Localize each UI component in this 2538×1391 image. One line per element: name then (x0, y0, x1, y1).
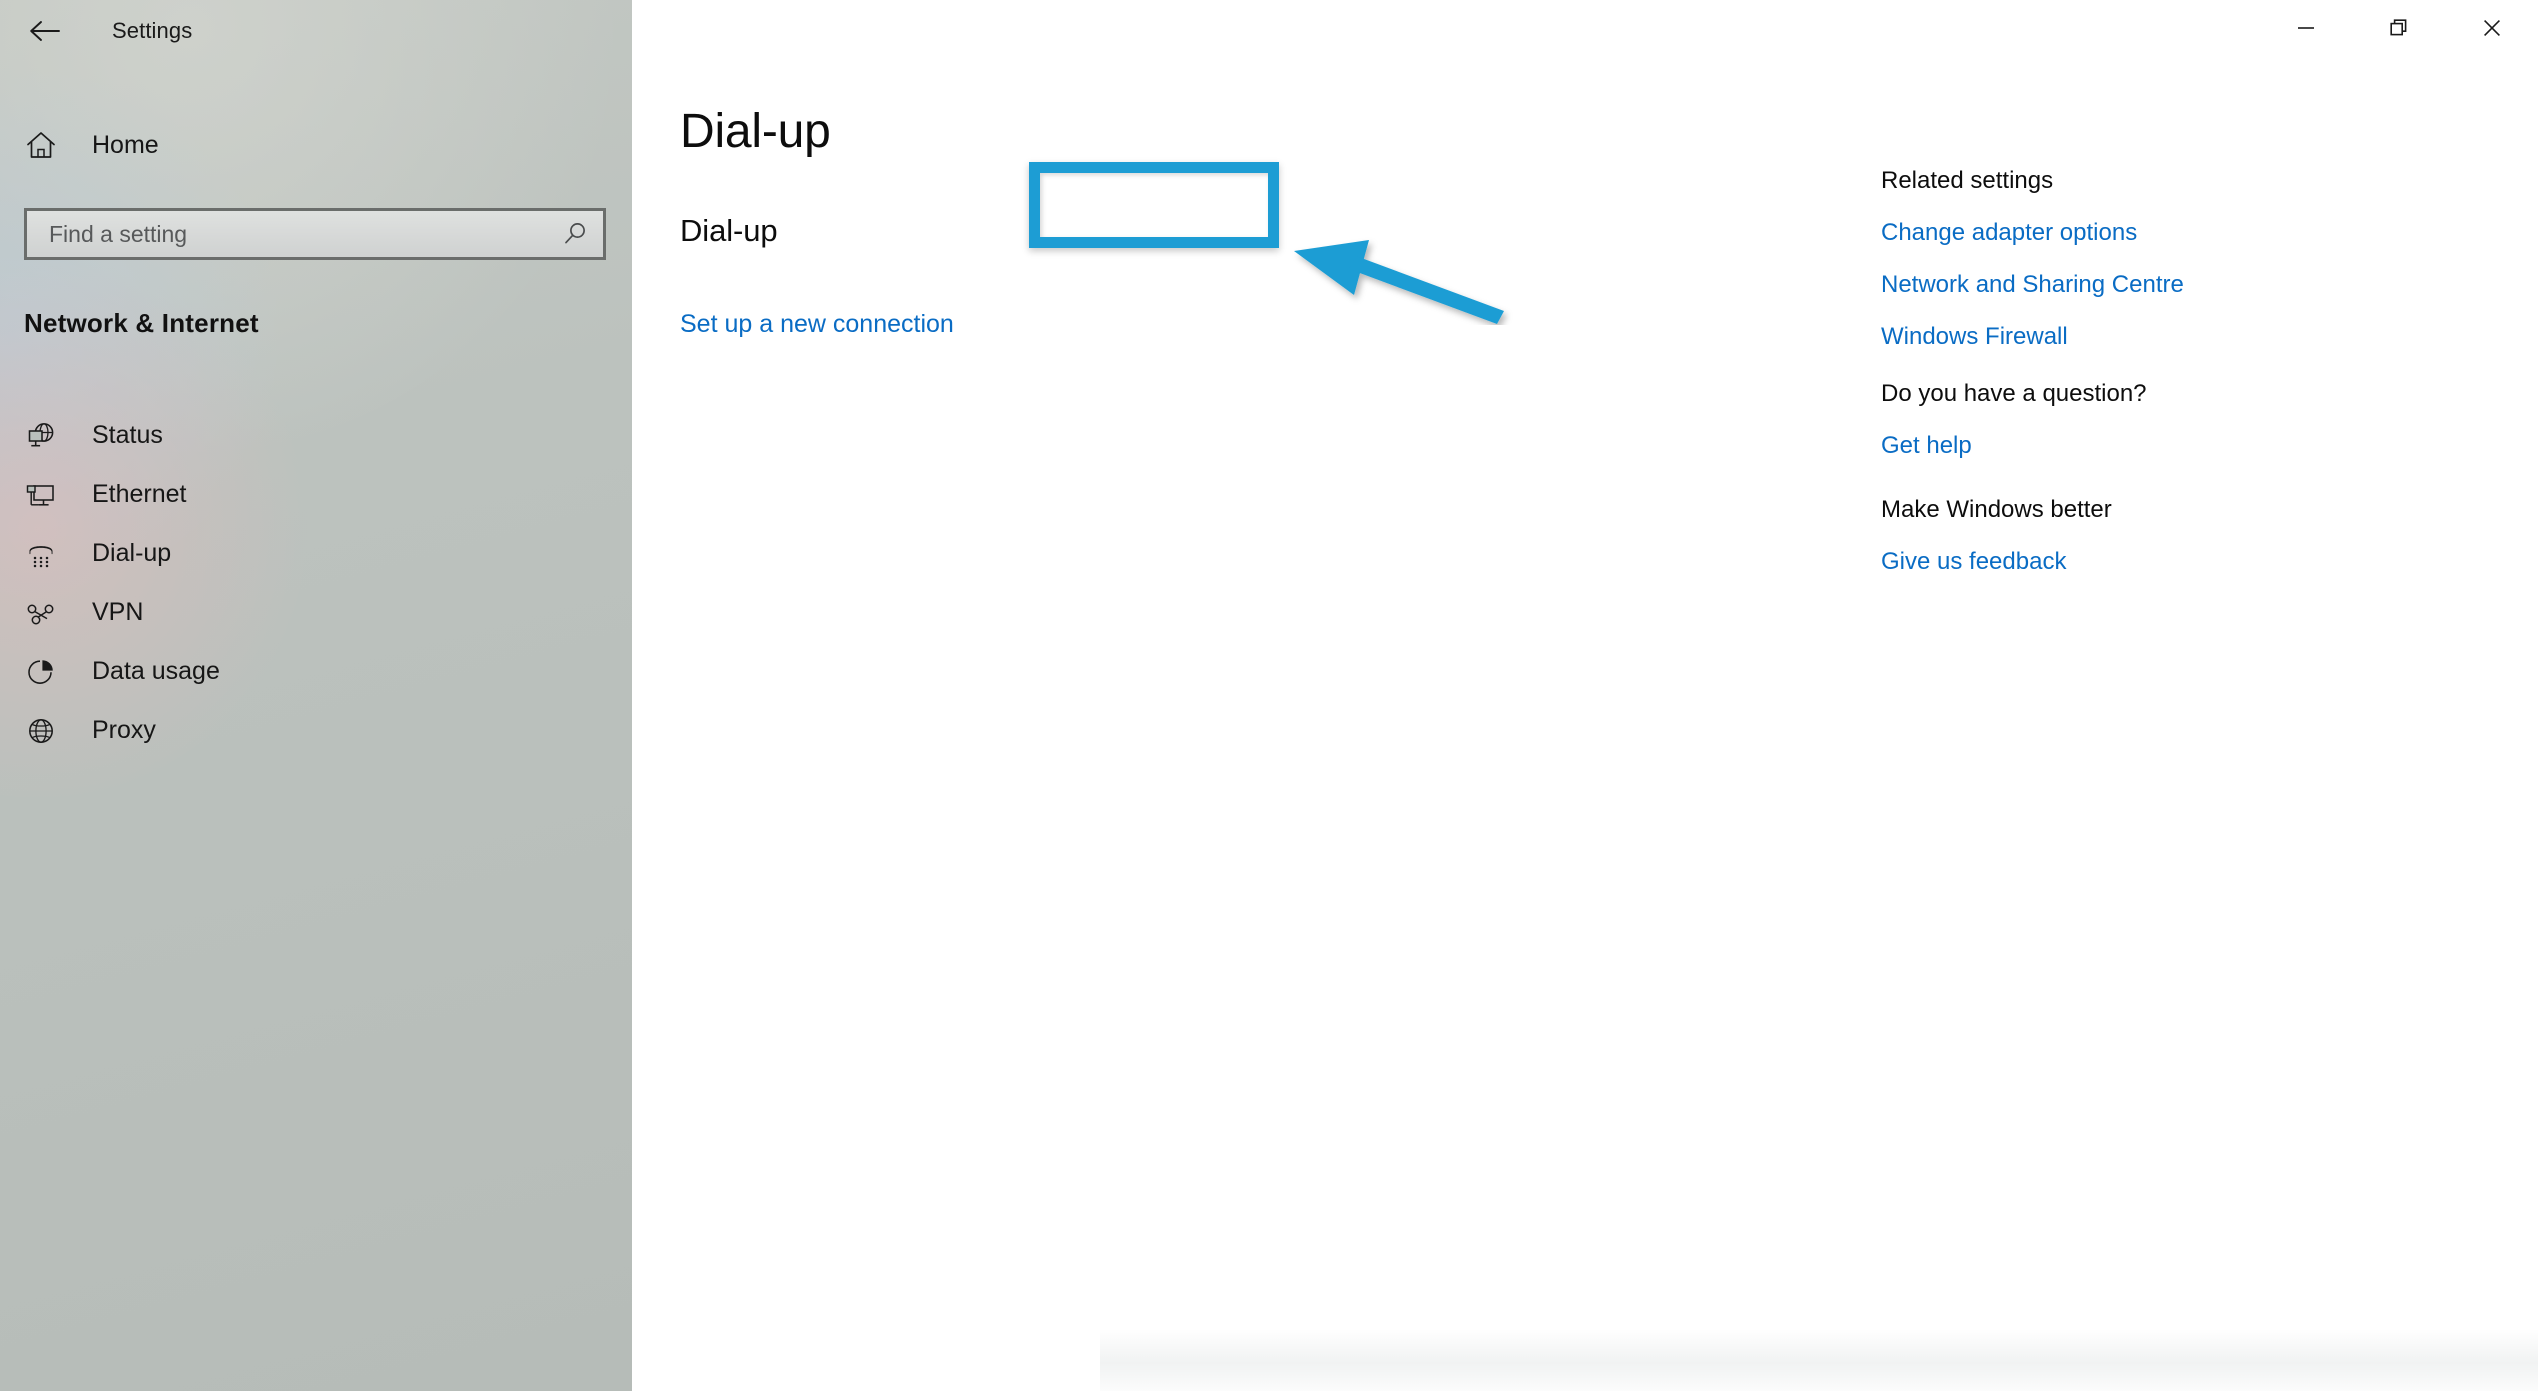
highlight-rectangle-annotation (1029, 162, 1279, 248)
sidebar-item-dialup-label: Dial-up (92, 539, 172, 567)
minimize-button[interactable] (2259, 0, 2352, 56)
sidebar-item-proxy-label: Proxy (92, 716, 156, 744)
question-heading: Do you have a question? (1881, 380, 2147, 407)
close-button[interactable] (2445, 0, 2538, 56)
minimize-icon (2297, 27, 2314, 29)
question-group: Do you have a question? Get help (1881, 380, 2147, 460)
close-icon (2483, 20, 2500, 36)
sidebar-category-title: Network & Internet (24, 308, 259, 338)
app-title: Settings (112, 18, 193, 43)
related-settings-heading: Related settings (1881, 167, 2054, 194)
network-and-sharing-centre-link[interactable]: Network and Sharing Centre (1881, 271, 2184, 299)
search-icon[interactable] (547, 220, 603, 248)
arrow-annotation (1292, 225, 1522, 325)
window-controls (2259, 0, 2538, 56)
related-settings-group: Related settings Change adapter options … (1881, 167, 2184, 351)
restore-icon (2389, 19, 2406, 36)
search-input[interactable]: Find a setting (24, 208, 606, 260)
sidebar-item-ethernet-label: Ethernet (92, 480, 187, 508)
back-arrow-icon (30, 21, 60, 41)
sidebar-item-vpn[interactable]: VPN (0, 583, 632, 642)
give-us-feedback-link[interactable]: Give us feedback (1881, 548, 2112, 576)
windows-firewall-link[interactable]: Windows Firewall (1881, 323, 2184, 351)
sidebar-item-proxy[interactable]: Proxy (0, 701, 632, 760)
sidebar-item-ethernet[interactable]: Ethernet (0, 465, 632, 524)
change-adapter-options-link[interactable]: Change adapter options (1881, 219, 2184, 247)
feedback-heading: Make Windows better (1881, 496, 2112, 523)
sidebar: Settings Home Find a setting Network & I… (0, 0, 632, 1391)
sidebar-item-dialup[interactable]: Dial-up (0, 524, 632, 583)
sidebar-item-status[interactable]: Status (0, 406, 632, 465)
sidebar-item-home-label: Home (92, 130, 159, 159)
sidebar-item-data-usage-label: Data usage (92, 657, 220, 685)
ethernet-icon (10, 480, 72, 510)
feedback-group: Make Windows better Give us feedback (1881, 496, 2112, 576)
search-placeholder: Find a setting (49, 220, 188, 247)
vpn-icon (10, 598, 72, 628)
main-content: Dial-up Dial-up Set up a new connection (632, 0, 2538, 1391)
sidebar-item-vpn-label: VPN (92, 598, 144, 626)
home-icon (10, 130, 72, 160)
set-up-new-connection-link[interactable]: Set up a new connection (680, 310, 954, 339)
title-bar: Settings (0, 0, 632, 62)
back-button[interactable] (8, 5, 82, 57)
settings-window: Settings Home Find a setting Network & I… (0, 0, 2538, 1391)
section-heading-dialup: Dial-up (680, 213, 778, 248)
pie-chart-icon (10, 657, 72, 687)
globe-icon (10, 716, 72, 746)
globe-monitor-icon (10, 421, 72, 451)
sidebar-item-home[interactable]: Home (0, 118, 560, 172)
dialup-phone-icon (10, 539, 72, 569)
sidebar-item-data-usage[interactable]: Data usage (0, 642, 632, 701)
sidebar-item-status-label: Status (92, 421, 163, 449)
sidebar-nav-list: Status Ethernet Dial-up VPN Data usage P… (0, 406, 632, 760)
get-help-link[interactable]: Get help (1881, 432, 2147, 460)
page-title: Dial-up (680, 105, 831, 158)
restore-button[interactable] (2352, 0, 2445, 56)
